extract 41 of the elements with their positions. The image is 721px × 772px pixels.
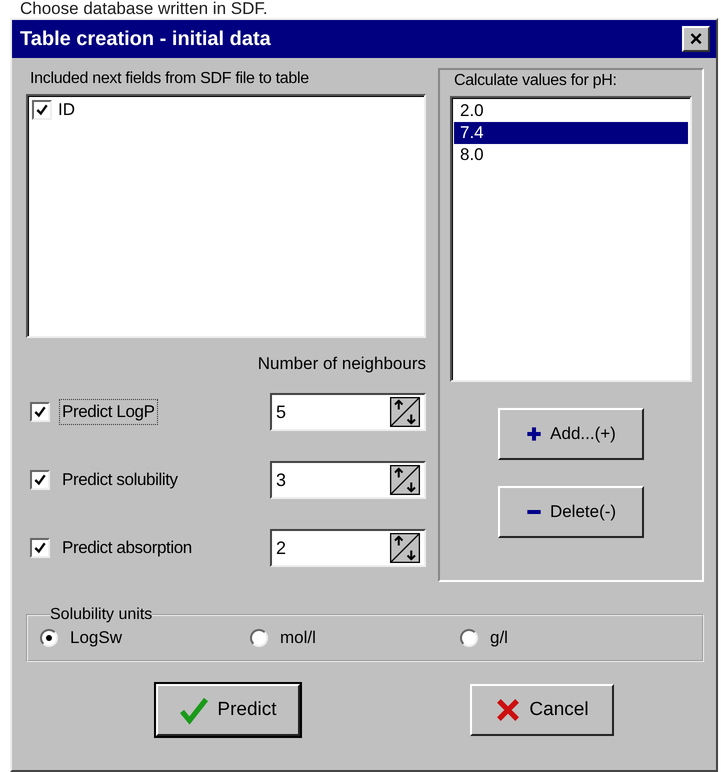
checkbox-label: Predict solubility <box>62 470 179 490</box>
checkmark-icon <box>33 473 47 487</box>
checkmark-icon <box>35 103 49 117</box>
radio-label: g/l <box>490 628 508 648</box>
spin-arrows-icon[interactable] <box>390 533 420 563</box>
group-label: Solubility units <box>50 606 152 624</box>
list-item[interactable]: 8.0 <box>454 144 688 166</box>
spin-arrows-icon[interactable] <box>390 397 420 427</box>
checkbox-label: Predict absorption <box>62 538 193 558</box>
delete-button[interactable]: Delete(-) <box>498 486 644 538</box>
radio-button[interactable] <box>250 629 268 647</box>
group-label: Calculate values for pH: <box>454 72 617 90</box>
checkmark-icon <box>179 695 210 725</box>
list-item[interactable]: 2.0 <box>454 100 688 122</box>
list-item[interactable]: 7.4 <box>454 122 688 144</box>
caption: Choose database written in SDF. <box>19 0 269 18</box>
checkbox[interactable] <box>32 100 52 120</box>
radio-label: mol/l <box>280 628 316 648</box>
radio-button[interactable] <box>460 629 478 647</box>
column-label: Number of neighbours <box>258 354 426 374</box>
spin-field[interactable]: 5 <box>270 393 426 431</box>
window-title: Table creation - initial data <box>20 28 271 50</box>
cancel-button[interactable]: Cancel <box>470 684 614 736</box>
cross-icon <box>495 697 522 723</box>
spin-field[interactable]: 2 <box>270 529 426 567</box>
group-label: Included next fields from SDF file to table <box>30 70 310 88</box>
checkbox[interactable] <box>30 538 50 558</box>
add-button[interactable]: Add...(+) <box>498 408 644 460</box>
checkbox[interactable] <box>30 402 50 422</box>
checkmark-icon <box>33 541 47 555</box>
close-button[interactable]: × <box>682 26 710 52</box>
field-label: ID <box>58 100 75 120</box>
checkbox-label: Predict LogP <box>62 402 155 422</box>
radio-label: LogSw <box>70 628 122 648</box>
checkbox[interactable] <box>30 470 50 490</box>
radio-button[interactable] <box>40 629 58 647</box>
checkmark-icon <box>33 405 47 419</box>
spin-field[interactable]: 3 <box>270 461 426 499</box>
plus-icon <box>526 426 542 442</box>
predict-button[interactable]: Predict <box>156 684 300 736</box>
spin-arrows-icon[interactable] <box>390 465 420 495</box>
